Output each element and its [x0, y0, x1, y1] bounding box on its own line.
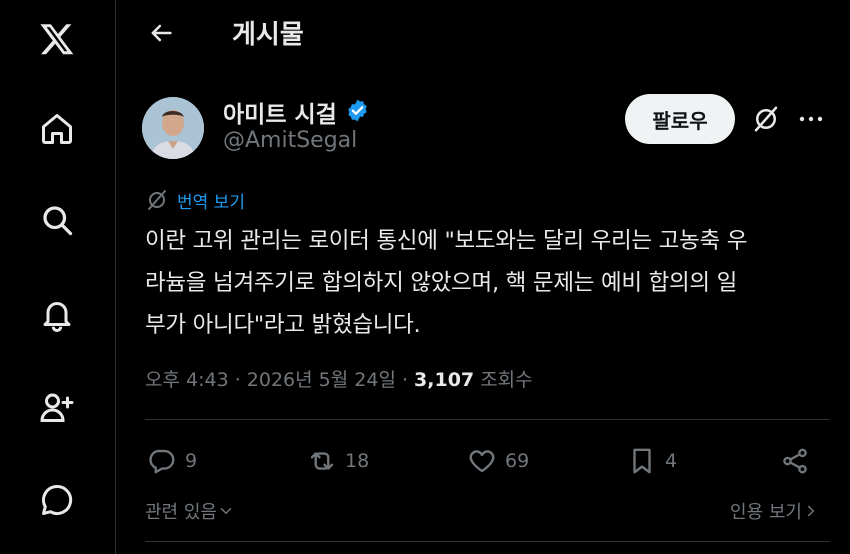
related-label: 관련 있음	[145, 502, 217, 523]
views-count: 3,107	[414, 369, 475, 391]
like-button[interactable]: 69	[467, 445, 529, 477]
divider	[145, 541, 830, 542]
translate-label: 번역 보기	[177, 192, 245, 213]
translate-icon	[148, 190, 166, 210]
chevron-down-icon	[220, 508, 232, 515]
more-options-icon[interactable]	[797, 108, 825, 130]
post-detail: 게시물 아미트 시걸 @AmitSegal 팔로우 번역 보기 이란 고위 관리…	[117, 0, 850, 554]
x-logo-icon[interactable]	[37, 19, 77, 59]
author-name[interactable]: 아미트 시걸	[223, 95, 337, 129]
like-count: 69	[505, 450, 530, 472]
view-quotes-link[interactable]: 인용 보기	[730, 498, 820, 524]
reply-button[interactable]: 9	[147, 445, 197, 477]
author-handle[interactable]: @AmitSegal	[223, 128, 357, 153]
chevron-right-icon	[808, 505, 815, 517]
repost-icon	[310, 452, 334, 470]
related-toggle[interactable]: 관련 있음	[145, 498, 235, 524]
tweet-text-line: 이란 고위 관리는 로이터 통신에 "보도와는 달리 우리는 고농축 우	[145, 228, 748, 254]
tweet-text: 이란 고위 관리는 로이터 통신에 "보도와는 달리 우리는 고농축 우 라늄을…	[145, 220, 835, 346]
bookmark-icon	[633, 448, 651, 474]
notifications-bell-icon[interactable]	[37, 294, 77, 334]
back-arrow-icon[interactable]	[145, 17, 177, 49]
tweet-text-line: 부가 아니다"라고 밝혔습니다.	[145, 312, 421, 338]
follow-button[interactable]: 팔로우	[625, 94, 735, 144]
timestamp[interactable]: 오후 4:43 · 2026년 5월 24일 ·	[145, 369, 414, 391]
divider	[145, 419, 830, 420]
avatar[interactable]	[142, 97, 204, 159]
tweet-text-line: 라늄을 넘겨주기로 합의하지 않았으며, 핵 문제는 예비 합의의 일	[145, 270, 738, 296]
share-icon	[783, 448, 807, 474]
search-icon[interactable]	[37, 200, 77, 240]
repost-button[interactable]: 18	[307, 445, 369, 477]
bookmark-count: 4	[665, 450, 678, 472]
verified-badge-icon	[345, 98, 370, 123]
tweet-meta: 오후 4:43 · 2026년 5월 24일 · 3,107 조회수	[145, 365, 533, 392]
messages-bubble-icon[interactable]	[37, 480, 77, 520]
reply-count: 9	[185, 450, 198, 472]
views-label: 조회수	[474, 369, 533, 391]
translate-link[interactable]: 번역 보기	[145, 187, 245, 213]
share-button[interactable]	[780, 445, 818, 477]
add-person-icon[interactable]	[37, 387, 77, 427]
grok-icon[interactable]	[751, 104, 781, 134]
quotes-label: 인용 보기	[730, 502, 802, 523]
page-title: 게시물	[232, 20, 304, 50]
home-icon[interactable]	[37, 109, 77, 149]
repost-count: 18	[345, 450, 370, 472]
sidebar-nav	[0, 0, 116, 554]
bookmark-button[interactable]: 4	[627, 445, 677, 477]
heart-icon	[469, 450, 495, 473]
reply-icon	[149, 449, 175, 474]
